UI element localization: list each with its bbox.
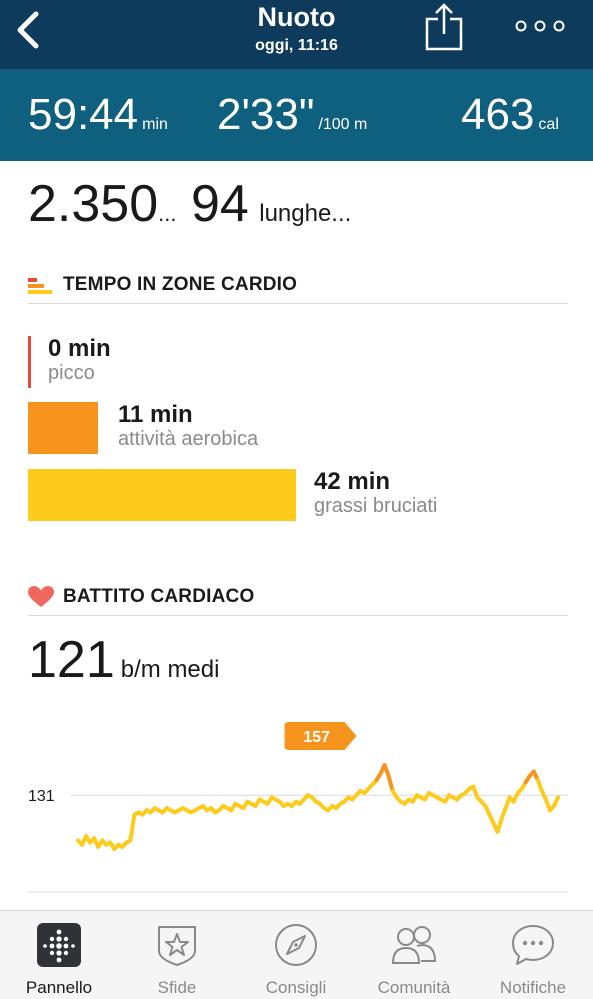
pace-stat: 2'33"/100 m [217,91,367,139]
zone-peak-text: 0 min picco [48,335,111,385]
zone-fat-burn-value: 42 min [314,468,391,495]
pace-value: 2'33" [217,90,315,139]
header-bar: Nuoto oggi, 11:16 [0,0,593,69]
zone-peak-bar [28,336,31,388]
heart-rate-chart: 131 157 [28,722,568,893]
heart-rate-line [76,763,560,852]
heart-rate-average: 121 b/m medi [28,632,219,688]
share-button[interactable] [424,2,464,52]
nav-tab-challenges[interactable]: Sfide [118,911,236,999]
nav-tab-guidance-label: Consigli [265,978,327,997]
calories-unit: cal [538,116,559,133]
heart-rate-average-label: b/m medi [120,656,220,683]
cardio-zones-heading: TEMPO IN ZONE CARDIO [28,270,568,304]
friends-icon [392,926,436,964]
page-title: Nuoto [257,2,336,32]
zone-fat-burn-text: 42 min grassi bruciati [314,468,438,518]
share-icon [425,3,463,51]
zone-peak-label: picco [48,362,95,384]
nav-tab-dashboard[interactable]: Pannello [0,911,118,999]
nav-tab-notifications[interactable]: Notifiche [474,911,592,999]
page-subtitle: oggi, 11:16 [255,37,338,54]
dashboard-icon [37,923,81,967]
pace-unit: /100 m [318,116,368,133]
more-dots-icon [515,20,565,32]
laps-value: 94 [190,175,249,233]
heart-rate-title: BATTITO CARDIACO [63,586,255,607]
nav-tab-community-label: Comunità [377,978,451,997]
calories-value: 463 [461,90,535,139]
nav-tab-challenges-label: Sfide [157,978,197,997]
zone-fat-burn-bar [28,469,296,521]
heart-rate-line-segment [551,795,560,808]
star-badge-icon [158,926,196,967]
peak-badge: 157 [284,722,357,750]
duration-value: 59:44 [28,90,139,139]
zone-peak-value: 0 min [48,335,111,362]
heart-rate-line-segment [495,816,504,834]
laps-label: lunghe... [259,200,352,227]
duration-stat: 59:44 min [28,91,168,139]
compass-icon [275,924,317,966]
chevron-left-icon [17,11,39,49]
heart-rate-average-value: 121 [28,631,115,689]
bottom-navigation: Pannello Sfide Consigli Comunità Notific… [0,910,593,999]
zone-cardio-value: 11 min [118,401,193,428]
nav-tab-community[interactable]: Comunità [355,911,473,999]
more-options-button[interactable] [512,14,568,38]
duration-unit: min [142,116,168,133]
zone-cardio-bar [28,402,98,454]
title-block: Nuoto oggi, 11:16 [150,2,443,56]
heart-rate-line-segment [128,812,137,843]
nav-tab-dashboard-label: Pannello [25,978,93,997]
nav-tab-notifications-label: Notifiche [499,978,567,997]
heart-rate-heading: BATTITO CARDIACO [28,582,568,616]
zone-fat-burn-label: grassi bruciati [314,495,438,517]
chat-bubble-icon [512,925,554,965]
zone-cardio-label: attività aerobica [118,428,259,450]
nav-tab-guidance[interactable]: Consigli [237,911,355,999]
heart-rate-line-segment [386,773,395,793]
zone-cardio-text: 11 min attività aerobica [118,401,259,451]
back-button[interactable] [14,8,50,52]
distance-laps-row: 2.350... 94 lunghe... [28,176,351,232]
summary-stats-band: 59:44 min 2'33"/100 m 463 cal [0,69,593,161]
distance-value: 2.350 [28,175,159,233]
chart-reference-label: 131 [28,788,55,805]
peak-badge-label: 157 [303,729,330,746]
cardio-zones-title: TEMPO IN ZONE CARDIO [63,274,298,295]
heart-icon [28,586,54,607]
zones-bars-icon [28,278,52,294]
distance-ellipsis: ... [158,201,177,226]
calories-stat: 463 cal [461,91,559,139]
